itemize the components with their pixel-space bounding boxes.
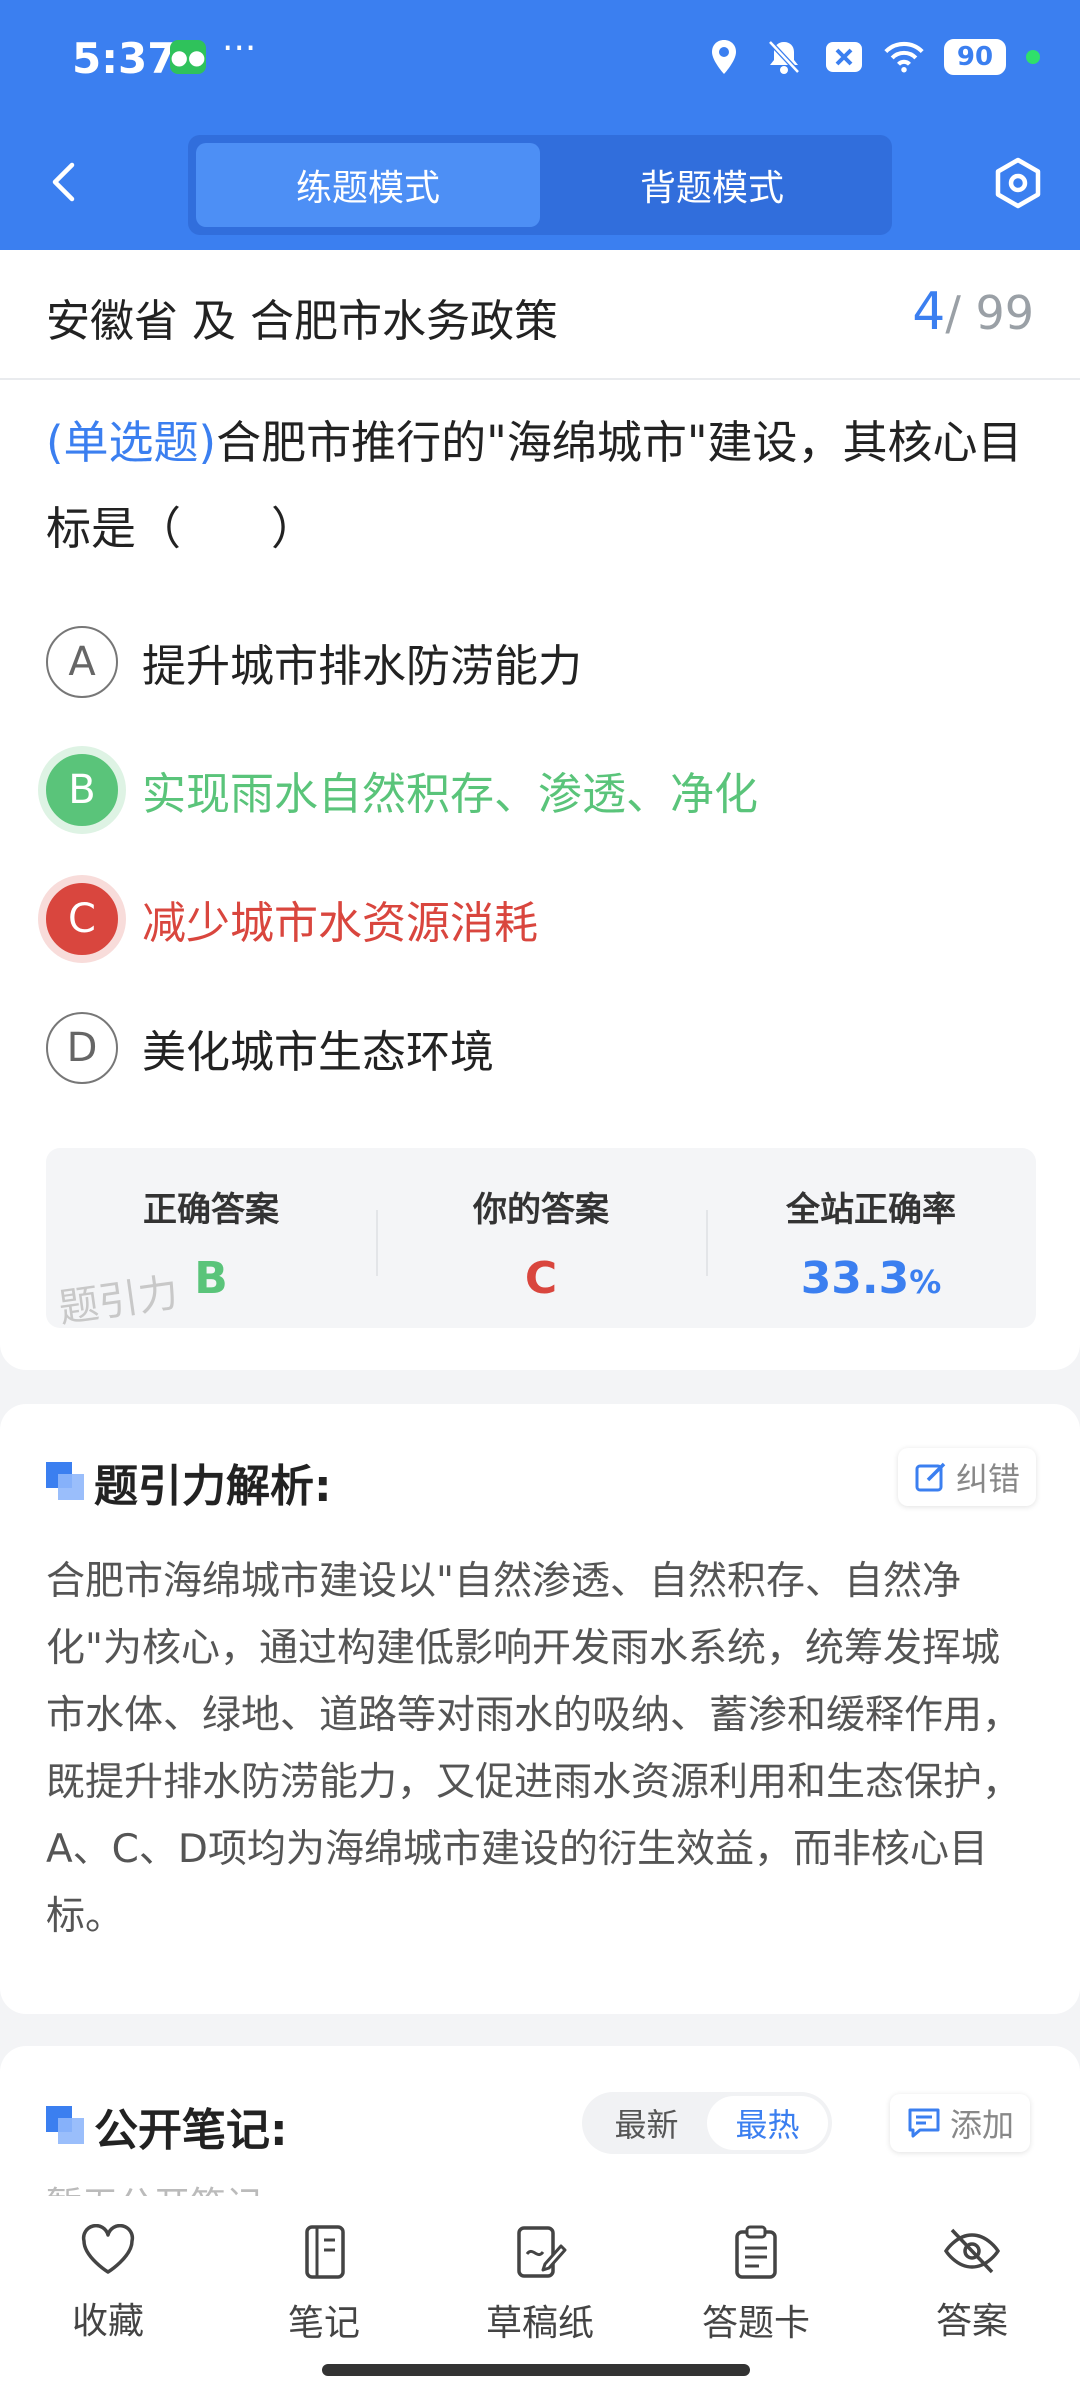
sort-hottest-button[interactable]: 最热 — [707, 2096, 828, 2150]
correct-answer-value: B — [194, 1253, 228, 1304]
chevron-left-icon — [52, 162, 75, 202]
battery-indicator: 90 — [944, 39, 1006, 75]
answer-summary: 正确答案 B 你的答案 C 全站正确率 33.3% — [46, 1148, 1036, 1328]
option-text: 实现雨水自然积存、渗透、净化 — [142, 769, 758, 820]
section-squares-icon — [46, 2106, 84, 2144]
notes-title: 公开笔记: — [94, 2105, 288, 2156]
show-answer-button[interactable]: 答案 — [864, 2196, 1080, 2400]
section-squares-icon — [46, 1462, 84, 1500]
show-answer-label: 答案 — [935, 2301, 1008, 2342]
your-answer-column: 你的答案 C — [376, 1148, 706, 1328]
tab-practice-mode[interactable]: 练题模式 — [196, 143, 540, 227]
top-bar: 5:37 ●● ··· 90 练题模式 背题模式 — [0, 0, 1080, 250]
location-icon — [704, 37, 744, 77]
heart-icon — [81, 2224, 135, 2274]
home-indicator[interactable] — [322, 2364, 750, 2376]
correction-button[interactable]: 纠错 — [898, 1448, 1037, 1506]
tab-memorize-mode[interactable]: 背题模式 — [540, 143, 884, 227]
nav-bar: 练题模式 背题模式 — [0, 115, 1080, 250]
option-text: 减少城市水资源消耗 — [142, 898, 538, 949]
notes-label: 笔记 — [287, 2303, 360, 2344]
mute-icon — [764, 37, 804, 77]
option-a[interactable]: A 提升城市排水防涝能力 — [46, 626, 1046, 698]
option-text: 美化城市生态环境 — [142, 1027, 494, 1078]
divider — [0, 378, 1080, 380]
correct-answer-label: 正确答案 — [143, 1190, 279, 1230]
answer-sheet-label: 答题卡 — [701, 2303, 810, 2344]
draft-paper-icon — [517, 2226, 567, 2278]
option-d[interactable]: D 美化城市生态环境 — [46, 1012, 1046, 1084]
question-counter[interactable]: 4/ 99 — [912, 282, 1034, 342]
option-letter: C — [46, 883, 118, 955]
edit-icon — [915, 1462, 946, 1492]
accuracy-unit: % — [909, 1263, 942, 1301]
option-letter: D — [46, 1012, 118, 1084]
accuracy-label: 全站正确率 — [786, 1190, 956, 1230]
answer-sheet-icon — [735, 2225, 777, 2279]
close-box-icon — [824, 37, 864, 77]
accuracy-value: 33.3% — [801, 1253, 942, 1304]
wifi-icon — [884, 37, 924, 77]
total-questions: / 99 — [945, 286, 1034, 340]
draft-paper-label: 草稿纸 — [485, 2303, 594, 2344]
option-c[interactable]: C 减少城市水资源消耗 — [46, 883, 1046, 955]
active-dot-icon — [1026, 50, 1040, 64]
status-icons: 90 — [704, 34, 1040, 80]
comment-icon — [908, 2108, 940, 2138]
option-letter: A — [46, 626, 118, 698]
status-time: 5:37 — [72, 34, 177, 83]
option-text: 提升城市排水防涝能力 — [142, 641, 582, 692]
add-note-button[interactable]: 添加 — [890, 2094, 1031, 2152]
question-stem: (单选题)合肥市推行的"海绵城市"建设，其核心目标是（ ） — [46, 400, 1036, 572]
settings-button[interactable] — [990, 155, 1046, 211]
current-question-number: 4 — [912, 282, 946, 342]
sort-latest-button[interactable]: 最新 — [586, 2096, 707, 2150]
wechat-icon: ●● — [170, 40, 206, 74]
subject-title: 安徽省 及 合肥市水务政策 — [46, 296, 558, 347]
your-answer-value: C — [524, 1253, 558, 1304]
add-note-label: 添加 — [950, 2106, 1015, 2144]
back-button[interactable] — [40, 157, 90, 207]
favorite-label: 收藏 — [71, 2301, 144, 2342]
mode-switch: 练题模式 背题模式 — [188, 135, 892, 235]
notebook-icon — [305, 2225, 345, 2279]
analysis-body: 合肥市海绵城市建设以"自然渗透、自然积存、自然净化"为核心，通过构建低影响开发雨… — [46, 1559, 1022, 1939]
status-bar: 5:37 ●● ··· 90 — [0, 0, 1080, 115]
favorite-button[interactable]: 收藏 — [0, 2196, 216, 2400]
eye-off-icon — [943, 2228, 1001, 2274]
accuracy-number: 33.3 — [800, 1253, 910, 1304]
more-notifications-icon: ··· — [222, 28, 257, 69]
gear-icon — [995, 157, 1041, 209]
option-letter: B — [46, 754, 118, 826]
notes-sort-switch: 最新 最热 — [582, 2092, 832, 2154]
analysis-title: 题引力解析: — [94, 1461, 332, 1512]
option-b[interactable]: B 实现雨水自然积存、渗透、净化 — [46, 754, 1046, 826]
question-type: (单选题) — [46, 416, 217, 469]
accuracy-column: 全站正确率 33.3% — [706, 1148, 1036, 1328]
your-answer-label: 你的答案 — [473, 1190, 609, 1230]
correction-label: 纠错 — [956, 1460, 1021, 1498]
